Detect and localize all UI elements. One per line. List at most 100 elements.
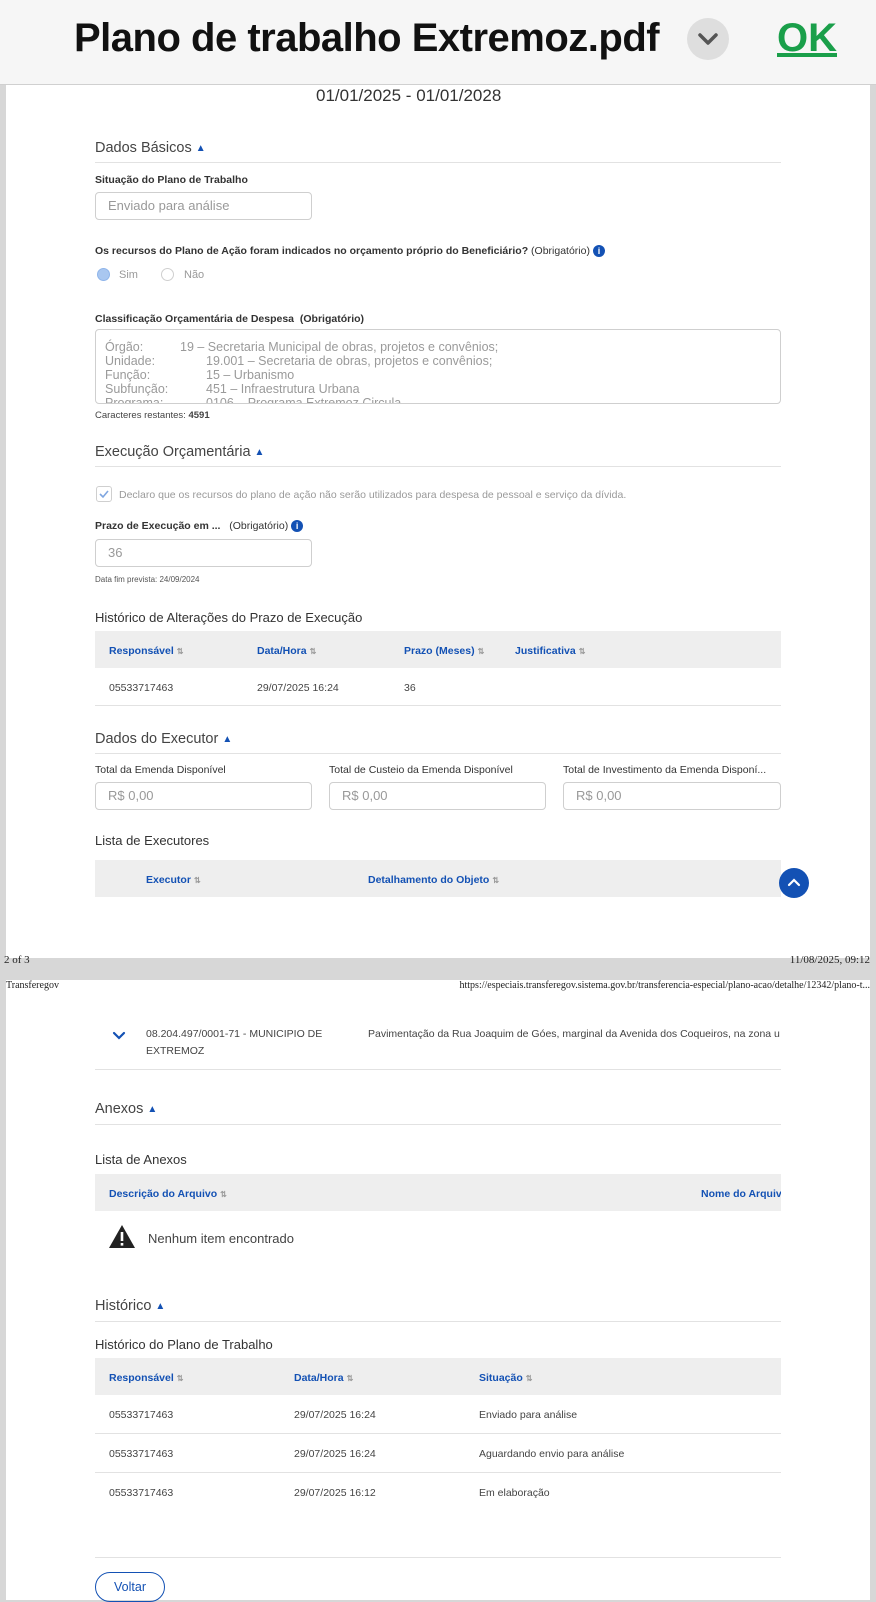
section-execucao[interactable]: Execução Orçamentária ▲ (95, 444, 264, 460)
declaro-label: Declaro que os recursos do plano de ação… (119, 489, 627, 501)
section-anexos[interactable]: Anexos ▲ (95, 1101, 157, 1117)
total-emenda-field: R$ 0,00 (95, 782, 312, 810)
total-investimento-field: R$ 0,00 (563, 782, 781, 810)
ok-button[interactable]: OK (777, 16, 837, 61)
info-icon[interactable]: i (291, 520, 304, 533)
radio-sim[interactable] (97, 268, 110, 281)
radio-nao[interactable] (161, 268, 174, 281)
page-indicator: 2 of 3 (4, 954, 30, 966)
declaro-checkbox[interactable] (96, 486, 112, 502)
cell-situacao: Aguardando envio para análise (479, 1448, 625, 1460)
header-text: Justificativa (515, 645, 576, 657)
section-historico[interactable]: Histórico ▲ (95, 1298, 165, 1314)
expand-row-button[interactable] (112, 1028, 126, 1046)
chevron-up-icon: ▲ (222, 734, 233, 745)
sort-icon: ⇅ (309, 647, 317, 656)
divider (95, 705, 781, 706)
total-custeio-field: R$ 0,00 (329, 782, 546, 810)
scroll-to-top-button[interactable] (779, 868, 809, 898)
counter-value: 4591 (188, 410, 210, 421)
pdf-page (6, 980, 870, 1600)
section-title: Histórico (95, 1298, 152, 1314)
counter-label: Caracteres restantes: (95, 410, 186, 421)
cell-responsavel: 05533717463 (109, 1487, 174, 1499)
cell-responsavel: 05533717463 (109, 1409, 174, 1421)
column-header-detalhamento[interactable]: Detalhamento do Objeto ⇅ (368, 874, 499, 886)
chevron-up-icon: ▲ (254, 447, 265, 458)
ta-key: Programa: (105, 396, 164, 404)
header-text: Detalhamento do Objeto (368, 874, 490, 886)
warning-icon (108, 1224, 136, 1254)
column-header-executor[interactable]: Executor ⇅ (146, 874, 201, 886)
historico-prazo-title: Histórico de Alterações do Prazo de Exec… (95, 610, 363, 625)
required-tag: (Obrigatório) (299, 313, 365, 325)
voltar-button[interactable]: Voltar (95, 1572, 165, 1602)
classificacao-label: Classificação Orçamentária de Despesa (O… (95, 313, 364, 325)
sort-icon: ⇅ (346, 1374, 354, 1383)
prazo-field: 36 (95, 539, 312, 567)
question-text: Os recursos do Plano de Ação foram indic… (95, 245, 529, 257)
column-header-prazo[interactable]: Prazo (Meses) ⇅ (404, 645, 484, 657)
recursos-question: Os recursos do Plano de Ação foram indic… (95, 245, 605, 258)
required-tag: (Obrigatório) (229, 520, 289, 532)
column-header-data-hora[interactable]: Data/Hora ⇅ (294, 1372, 353, 1384)
cell-data-hora: 29/07/2025 16:12 (294, 1487, 376, 1499)
sort-icon: ⇅ (176, 647, 184, 656)
cell-prazo: 36 (404, 682, 416, 694)
pdf-header-url: https://especiais.transferegov.sistema.g… (459, 980, 871, 991)
info-icon[interactable]: i (592, 245, 605, 258)
caracteres-restantes: Caracteres restantes: 4591 (95, 410, 210, 421)
section-dados-executor[interactable]: Dados do Executor ▲ (95, 731, 232, 747)
column-header-descricao[interactable]: Descrição do Arquivo ⇅ (109, 1188, 227, 1200)
historico-plano-title: Histórico do Plano de Trabalho (95, 1337, 273, 1352)
divider (95, 162, 781, 163)
cell-data-hora: 29/07/2025 16:24 (294, 1448, 376, 1460)
section-title: Dados Básicos (95, 140, 192, 156)
ta-key: Unidade: (105, 354, 156, 368)
ta-value: 19 – Secretaria Municipal de obras, proj… (180, 340, 499, 354)
document-title[interactable]: Plano de trabalho Extremoz.pdf (74, 16, 660, 61)
chevron-up-icon: ▲ (155, 1301, 166, 1312)
document-menu-button[interactable] (687, 18, 729, 60)
ta-value: 451 – Infraestrutura Urbana (206, 382, 360, 396)
section-dados-basicos[interactable]: Dados Básicos ▲ (95, 140, 206, 156)
sort-icon: ⇅ (193, 876, 201, 885)
divider (95, 1069, 781, 1070)
radio-nao-label: Não (184, 269, 205, 281)
section-title: Execução Orçamentária (95, 444, 251, 460)
column-header-data-hora[interactable]: Data/Hora ⇅ (257, 645, 316, 657)
divider (95, 1433, 781, 1434)
cell-situacao: Enviado para análise (479, 1409, 578, 1421)
header-text: Responsável (109, 1372, 174, 1384)
ta-value: 15 – Urbanismo (206, 368, 295, 382)
required-tag: (Obrigatório) (531, 245, 590, 257)
cell-responsavel: 05533717463 (109, 1448, 174, 1460)
header-text: Responsável (109, 645, 174, 657)
classificacao-textarea[interactable]: Órgão: 19 – Secretaria Municipal de obra… (95, 329, 781, 404)
section-title: Anexos (95, 1101, 144, 1117)
total-investimento-label: Total de Investimento da Emenda Disponí.… (563, 764, 767, 776)
column-header-responsavel[interactable]: Responsável ⇅ (109, 645, 183, 657)
label-text: Prazo de Execução em ... (95, 520, 221, 532)
column-header-nome-arquivo[interactable]: Nome do Arquiv (701, 1188, 781, 1200)
header-text: Situação (479, 1372, 523, 1384)
divider (95, 1557, 781, 1558)
total-emenda-label: Total da Emenda Disponível (95, 764, 226, 776)
cell-responsavel: 05533717463 (109, 682, 174, 694)
header-text: Executor (146, 874, 191, 886)
sort-icon: ⇅ (477, 647, 485, 656)
header-text: Data/Hora (257, 645, 307, 657)
column-header-justificativa[interactable]: Justificativa ⇅ (515, 645, 585, 657)
cell-executor-cont: EXTREMOZ (146, 1045, 205, 1057)
cell-executor: 08.204.497/0001-71 - MUNICIPIO DE (146, 1028, 323, 1040)
ta-key: Função: (105, 368, 151, 382)
column-header-responsavel[interactable]: Responsável ⇅ (109, 1372, 183, 1384)
cell-data-hora: 29/07/2025 16:24 (257, 682, 339, 694)
divider (95, 1472, 781, 1473)
chevron-down-icon (698, 33, 718, 45)
prazo-label: Prazo de Execução em ... (Obrigatório) i (95, 520, 304, 533)
check-icon (99, 490, 109, 499)
divider (95, 1321, 781, 1322)
total-custeio-label: Total de Custeio da Emenda Disponível (329, 764, 513, 776)
column-header-situacao[interactable]: Situação ⇅ (479, 1372, 532, 1384)
